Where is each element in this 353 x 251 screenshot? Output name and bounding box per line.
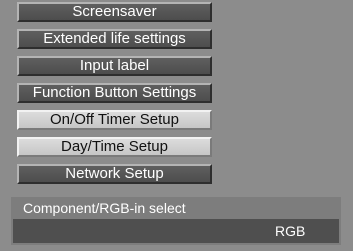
- input-label-button[interactable]: Input label: [17, 56, 212, 76]
- setting-label: Component/RGB-in select: [23, 200, 186, 216]
- on-off-timer-setup-button[interactable]: On/Off Timer Setup: [17, 110, 212, 130]
- screensaver-button[interactable]: Screensaver: [17, 2, 212, 22]
- network-setup-button[interactable]: Network Setup: [17, 164, 212, 184]
- component-rgb-in-select-setting[interactable]: Component/RGB-in select RGB: [11, 197, 341, 245]
- setting-value-box[interactable]: RGB: [13, 219, 339, 243]
- day-time-setup-button[interactable]: Day/Time Setup: [17, 137, 212, 157]
- setting-value: RGB: [275, 223, 306, 239]
- osd-menu-screen: Screensaver Extended life settings Input…: [0, 0, 353, 251]
- function-button-settings-button[interactable]: Function Button Settings: [17, 83, 212, 103]
- extended-life-settings-button[interactable]: Extended life settings: [17, 29, 212, 49]
